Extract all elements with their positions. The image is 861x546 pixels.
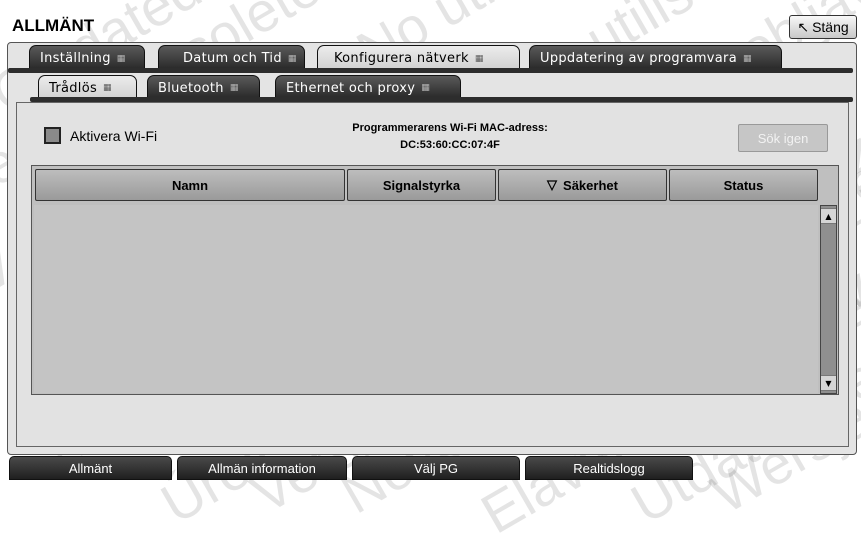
tab-label: Konfigurera nätverk xyxy=(334,51,469,66)
page-title: ALLMÄNT xyxy=(12,16,95,35)
nav-valj-pg[interactable]: Välj PG xyxy=(352,456,520,480)
mac-address-title: Programmerarens Wi-Fi MAC-adress: xyxy=(352,122,548,134)
nav-allman-information[interactable]: Allmän information xyxy=(177,456,347,480)
sort-descending-icon: ▽ xyxy=(547,177,558,192)
tab-strip xyxy=(8,68,853,73)
grip-icon: ▦ xyxy=(421,83,431,93)
column-header-security-label: Säkerhet xyxy=(563,177,618,193)
column-header-status[interactable]: Status xyxy=(669,169,818,201)
tab-label: Ethernet och proxy xyxy=(286,80,416,96)
column-header-name[interactable]: Namn xyxy=(35,169,345,201)
tab-label: Inställning xyxy=(40,51,111,66)
enable-wifi-checkbox[interactable] xyxy=(44,127,61,144)
arrow-up-left-icon: ↖ xyxy=(797,19,810,35)
close-button[interactable]: ↖ Stäng xyxy=(789,15,857,39)
grip-icon: ▦ xyxy=(474,53,484,64)
column-header-signal[interactable]: Signalstyrka xyxy=(347,169,496,201)
nav-realtidslogg[interactable]: Realtidslogg xyxy=(525,456,693,480)
enable-wifi-label: Aktivera Wi-Fi xyxy=(70,128,158,144)
table-body xyxy=(34,205,818,393)
table-scrollbar[interactable]: ▲ ▼ xyxy=(820,205,837,394)
grip-icon: ▦ xyxy=(742,53,752,64)
nav-allmant[interactable]: Allmänt xyxy=(9,456,172,480)
tab-label: Trådlös xyxy=(49,80,98,96)
tab-label: Bluetooth xyxy=(158,80,224,96)
rescan-button[interactable]: Sök igen xyxy=(738,124,828,152)
grip-icon: ▦ xyxy=(116,53,126,64)
scroll-down-icon[interactable]: ▼ xyxy=(821,375,836,391)
column-header-security[interactable]: ▽ Säkerhet xyxy=(498,169,667,201)
grip-icon: ▦ xyxy=(229,83,239,93)
scroll-up-icon[interactable]: ▲ xyxy=(821,208,836,224)
title-bar: ALLMÄNT ↖ Stäng xyxy=(0,0,861,42)
grip-icon: ▦ xyxy=(103,83,112,93)
close-label: Stäng xyxy=(812,19,849,35)
tab-label: Datum och Tid xyxy=(183,51,282,66)
mac-address-value: DC:53:60:CC:07:4F xyxy=(400,139,500,151)
grip-icon: ▦ xyxy=(287,53,297,64)
tab-label: Uppdatering av programvara xyxy=(540,51,737,66)
